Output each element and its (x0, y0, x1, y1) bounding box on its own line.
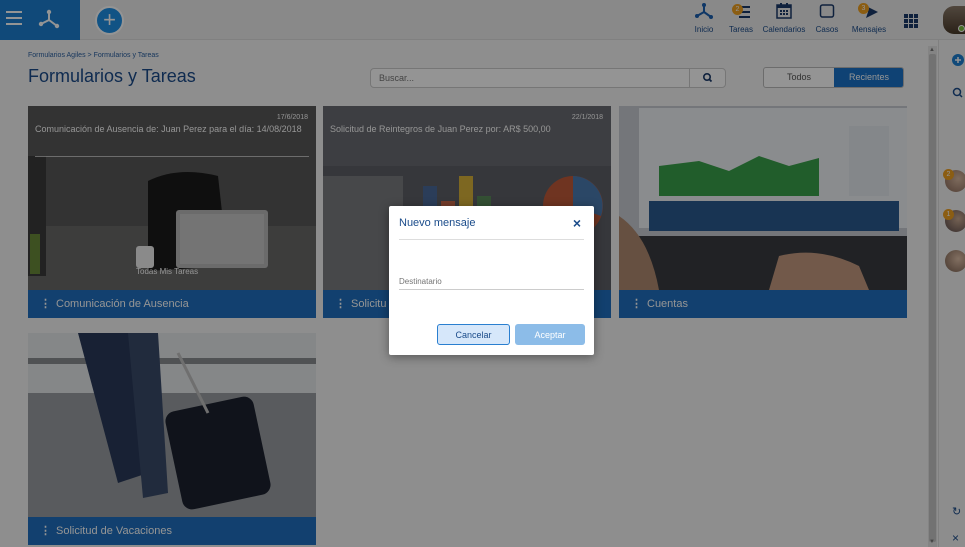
recipient-input[interactable] (399, 274, 584, 290)
dialog-title: Nuevo mensaje (399, 217, 476, 229)
cancel-button[interactable]: Cancelar (437, 324, 510, 345)
new-message-dialog: Nuevo mensaje × Cancelar Aceptar (389, 206, 594, 355)
close-icon[interactable]: × (573, 215, 581, 231)
dialog-divider (399, 239, 584, 240)
accept-button[interactable]: Aceptar (515, 324, 585, 345)
